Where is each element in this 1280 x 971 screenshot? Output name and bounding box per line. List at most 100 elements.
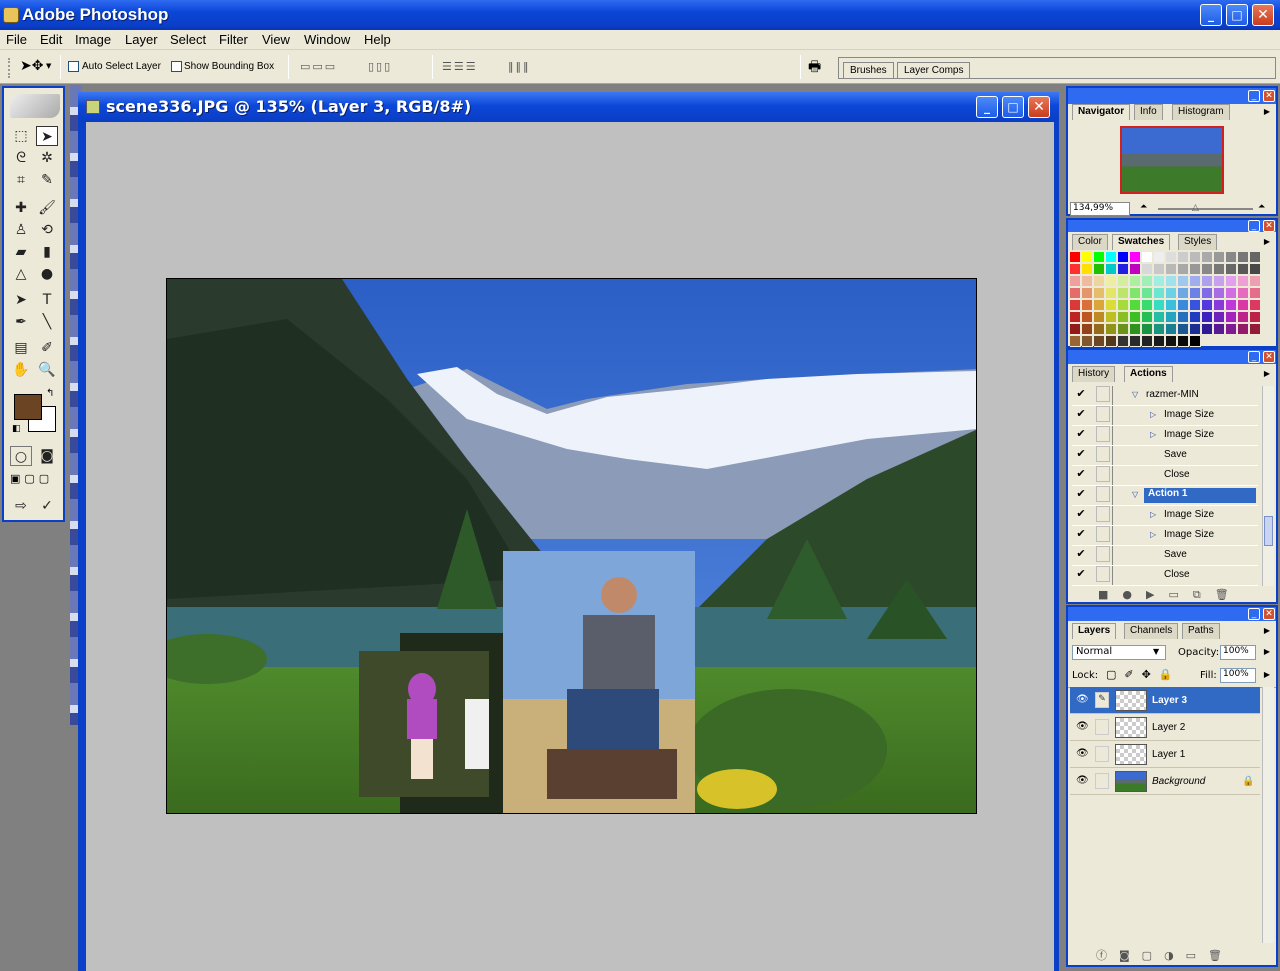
color-swatch[interactable] — [1070, 264, 1081, 275]
action-toggle-checkmark-icon[interactable]: ✔ — [1074, 446, 1088, 462]
chevron-down-icon[interactable]: ▼ — [46, 62, 51, 70]
action-label[interactable]: Close — [1164, 469, 1190, 480]
color-swatch[interactable] — [1106, 252, 1117, 263]
color-swatch[interactable] — [1226, 288, 1237, 299]
color-swatch[interactable] — [1250, 264, 1261, 275]
action-label[interactable]: Save — [1164, 549, 1187, 560]
action-row[interactable]: ✔ Save — [1072, 446, 1258, 466]
chevron-down-icon[interactable]: ▼ — [1153, 647, 1159, 656]
tab-history[interactable]: History — [1072, 366, 1116, 382]
panel-menu-arrow-icon[interactable]: ▶ — [1262, 107, 1272, 117]
layer-thumbnail[interactable] — [1115, 690, 1147, 711]
color-swatch[interactable] — [1178, 276, 1189, 287]
color-swatch[interactable] — [1118, 300, 1129, 311]
color-swatch[interactable] — [1238, 264, 1249, 275]
action-row[interactable]: ✔ ▽ razmer-MIN — [1072, 386, 1258, 406]
color-swatch[interactable] — [1226, 300, 1237, 311]
color-swatch[interactable] — [1166, 324, 1177, 335]
action-label[interactable]: Action 1 — [1144, 488, 1256, 503]
action-toggle-checkmark-icon[interactable]: ✔ — [1074, 526, 1088, 542]
color-swatch[interactable] — [1154, 252, 1165, 263]
panel-menu-arrow-icon[interactable]: ▶ — [1262, 626, 1272, 636]
show-bounding-box-checkbox[interactable] — [171, 61, 182, 72]
action-row[interactable]: ✔ ▷ Image Size — [1072, 526, 1258, 546]
photoshop-app-icon[interactable] — [3, 7, 19, 23]
layers-footer-buttons[interactable]: ⓕ◙▢◑▭🗑 — [1096, 947, 1266, 963]
action-toggle-checkmark-icon[interactable]: ✔ — [1074, 486, 1088, 502]
action-row[interactable]: ✔ ▷ Image Size — [1072, 426, 1258, 446]
color-swatch[interactable] — [1154, 276, 1165, 287]
layer-row[interactable]: 👁 Layer 1 — [1070, 741, 1260, 768]
color-swatch[interactable] — [1226, 312, 1237, 323]
align-vertical-icons[interactable]: ▭▭▭ — [300, 60, 356, 74]
color-swatch[interactable] — [1118, 288, 1129, 299]
tab-channels[interactable]: Channels — [1124, 623, 1179, 639]
notes-tool-icon[interactable]: ▤ — [10, 338, 32, 358]
layer-thumbnail[interactable] — [1115, 771, 1147, 792]
color-swatch[interactable] — [1142, 276, 1153, 287]
action-row[interactable]: ✔ ▷ Image Size — [1072, 506, 1258, 526]
color-swatch[interactable] — [1142, 300, 1153, 311]
minimize-button[interactable]: _ — [1200, 4, 1222, 26]
action-label[interactable]: Image Size — [1164, 529, 1214, 540]
color-swatch[interactable] — [1238, 276, 1249, 287]
history-brush-tool-icon[interactable]: ⟲ — [36, 220, 58, 240]
foreground-color-swatch[interactable] — [14, 394, 42, 420]
color-swatch[interactable] — [1142, 288, 1153, 299]
options-grip[interactable] — [8, 58, 14, 78]
zoom-out-icon[interactable]: ⏶ — [1140, 202, 1147, 212]
healing-brush-tool-icon[interactable]: ✚ — [10, 198, 32, 218]
action-label[interactable]: razmer-MIN — [1146, 389, 1199, 400]
layer-thumbnail[interactable] — [1115, 717, 1147, 738]
color-swatch[interactable] — [1106, 276, 1117, 287]
color-swatch[interactable] — [1226, 264, 1237, 275]
action-dialog-toggle[interactable] — [1096, 386, 1110, 402]
screen-mode-icons[interactable]: ▣▢▢ — [10, 472, 53, 485]
restore-button[interactable]: □ — [1226, 4, 1248, 26]
color-swatch[interactable] — [1190, 252, 1201, 263]
zoom-in-icon[interactable]: ⏶ — [1258, 202, 1265, 212]
align-horizontal-icons[interactable]: ▯▯▯ — [368, 60, 424, 74]
collapse-triangle-icon[interactable]: ▷ — [1150, 510, 1156, 519]
color-swatch[interactable] — [1118, 264, 1129, 275]
layer-visibility-eye-icon[interactable]: 👁 — [1076, 748, 1089, 760]
layer-name[interactable]: Layer 2 — [1152, 722, 1185, 733]
color-swatch[interactable] — [1142, 336, 1153, 347]
layer-visibility-eye-icon[interactable]: 👁 — [1076, 775, 1089, 787]
color-swatch[interactable] — [1214, 312, 1225, 323]
expand-triangle-icon[interactable]: ▽ — [1132, 390, 1138, 399]
menu-layer[interactable]: Layer — [125, 32, 158, 47]
color-swatch[interactable] — [1214, 288, 1225, 299]
panel-menu-arrow-icon[interactable]: ▶ — [1262, 237, 1272, 247]
auto-select-layer-checkbox[interactable] — [68, 61, 79, 72]
pen-tool-icon[interactable]: ✒ — [10, 312, 32, 332]
color-swatch[interactable] — [1214, 276, 1225, 287]
color-swatch[interactable] — [1226, 252, 1237, 263]
color-swatch[interactable] — [1130, 336, 1141, 347]
type-tool-icon[interactable]: T — [36, 290, 58, 310]
dodge-tool-icon[interactable]: ● — [36, 264, 58, 284]
action-label[interactable]: Save — [1164, 449, 1187, 460]
menu-view[interactable]: View — [262, 32, 290, 47]
action-dialog-toggle[interactable] — [1096, 546, 1110, 562]
tab-info[interactable]: Info — [1134, 104, 1163, 120]
navigator-thumbnail[interactable] — [1120, 126, 1224, 194]
slice-tool-icon[interactable]: ✎ — [36, 170, 58, 190]
color-swatch[interactable] — [1238, 252, 1249, 263]
color-swatch[interactable] — [1070, 324, 1081, 335]
layer-row[interactable]: 👁 Layer 2 — [1070, 714, 1260, 741]
color-swatch[interactable] — [1082, 252, 1093, 263]
color-swatch[interactable] — [1094, 324, 1105, 335]
color-swatch[interactable] — [1250, 252, 1261, 263]
action-row[interactable]: ✔ Save — [1072, 546, 1258, 566]
layer-link-brush-icon[interactable] — [1095, 773, 1109, 789]
color-swatch[interactable] — [1094, 300, 1105, 311]
color-swatch[interactable] — [1178, 264, 1189, 275]
collapse-triangle-icon[interactable]: ▷ — [1150, 530, 1156, 539]
color-swatch[interactable] — [1070, 336, 1081, 347]
gradient-tool-icon[interactable]: ▮ — [36, 242, 58, 262]
color-swatch[interactable] — [1166, 288, 1177, 299]
panel-close-icon[interactable]: ✕ — [1263, 608, 1275, 620]
color-swatch[interactable] — [1190, 264, 1201, 275]
color-swatch[interactable] — [1202, 300, 1213, 311]
